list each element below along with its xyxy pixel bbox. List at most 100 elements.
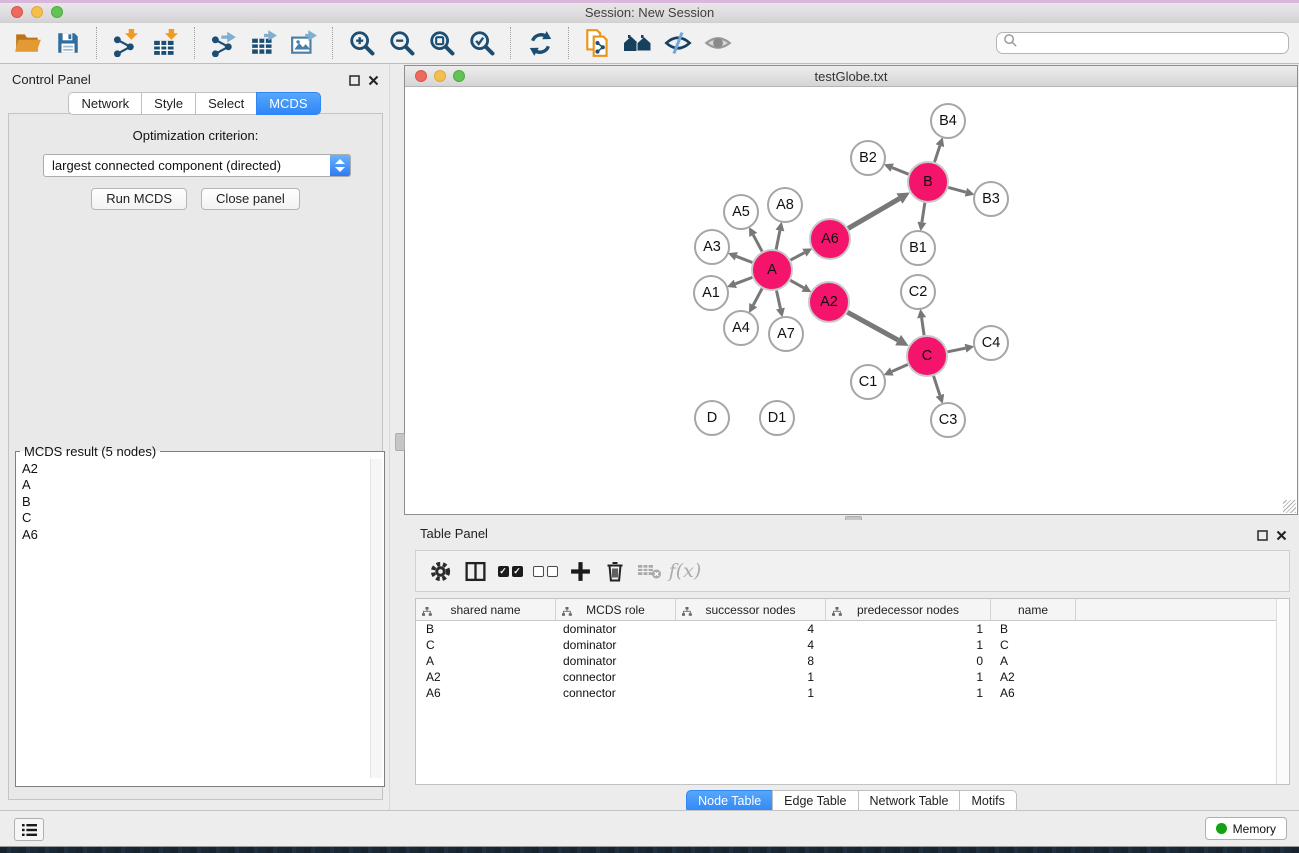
column-header-predecessor-nodes[interactable]: predecessor nodes xyxy=(826,599,991,620)
graph-node-C[interactable]: C xyxy=(907,336,947,376)
refresh-view-icon[interactable] xyxy=(525,27,555,59)
function-builder-icon[interactable]: f(x) xyxy=(671,556,699,586)
select-all-icon[interactable]: ✓✓ xyxy=(496,556,524,586)
graph-node-B1[interactable]: B1 xyxy=(901,231,935,265)
graph-node-C3[interactable]: C3 xyxy=(931,403,965,437)
graph-node-D1[interactable]: D1 xyxy=(760,401,794,435)
graph-edge-A-A7[interactable] xyxy=(776,291,780,309)
search-icon xyxy=(1003,33,1018,53)
column-header-mcds-role[interactable]: MCDS role xyxy=(556,599,676,620)
graph-edge-B-B2[interactable] xyxy=(892,168,908,175)
graph-edge-C-C4[interactable] xyxy=(948,348,966,352)
table-row[interactable]: A6 connector 1 1 A6 xyxy=(416,685,1289,701)
export-network-icon[interactable] xyxy=(209,27,239,59)
graph-edge-B-B1[interactable] xyxy=(922,203,925,223)
column-header-shared-name[interactable]: shared name xyxy=(416,599,556,620)
table-row[interactable]: A2 connector 1 1 A2 xyxy=(416,669,1289,685)
graph-node-D[interactable]: D xyxy=(695,401,729,435)
graph-node-A7[interactable]: A7 xyxy=(769,317,803,351)
graph-edge-B-B3[interactable] xyxy=(948,187,966,192)
close-table-panel-icon[interactable] xyxy=(1276,528,1287,546)
graph-node-A[interactable]: A xyxy=(752,250,792,290)
export-table-icon[interactable] xyxy=(249,27,279,59)
import-network-icon[interactable] xyxy=(111,27,141,59)
tab-style[interactable]: Style xyxy=(141,92,196,115)
toolbar-separator xyxy=(510,27,512,59)
save-session-icon[interactable] xyxy=(53,27,83,59)
search-input[interactable] xyxy=(996,32,1289,54)
graph-node-C1[interactable]: C1 xyxy=(851,365,885,399)
graph-edge-A-A8[interactable] xyxy=(776,230,780,249)
graph-node-A4[interactable]: A4 xyxy=(724,311,758,345)
result-item: A xyxy=(22,477,384,493)
run-mcds-button[interactable]: Run MCDS xyxy=(91,188,187,210)
memory-button[interactable]: Memory xyxy=(1205,817,1287,840)
close-panel-icon[interactable] xyxy=(368,73,379,91)
tab-network[interactable]: Network xyxy=(68,92,142,115)
window-resize-grip[interactable] xyxy=(1283,500,1296,513)
graph-node-B2[interactable]: B2 xyxy=(851,141,885,175)
import-table-icon[interactable] xyxy=(151,27,181,59)
result-scrollbar[interactable] xyxy=(370,459,382,778)
graph-node-B4[interactable]: B4 xyxy=(931,104,965,138)
svg-text:C3: C3 xyxy=(939,412,958,428)
tab-select[interactable]: Select xyxy=(195,92,257,115)
toolbar-separator xyxy=(96,27,98,59)
delete-columns-icon[interactable] xyxy=(601,556,629,586)
graph-node-A8[interactable]: A8 xyxy=(768,188,802,222)
show-column-icon[interactable] xyxy=(461,556,489,586)
graph-edge-A6-B[interactable] xyxy=(848,199,899,229)
graph-node-B[interactable]: B xyxy=(908,162,948,202)
result-item: A2 xyxy=(22,461,384,477)
float-panel-icon[interactable] xyxy=(349,73,360,91)
graph-edge-A-A3[interactable] xyxy=(736,256,752,262)
graph-node-A5[interactable]: A5 xyxy=(724,195,758,229)
reset-view-icon[interactable] xyxy=(623,27,653,59)
graph-edge-B-B4[interactable] xyxy=(935,146,940,162)
graph-edge-C-C1[interactable] xyxy=(892,364,908,371)
close-panel-button[interactable]: Close panel xyxy=(201,188,300,210)
open-session-icon[interactable] xyxy=(13,27,43,59)
graph-edge-A-A4[interactable] xyxy=(753,289,762,306)
graph-node-C2[interactable]: C2 xyxy=(901,275,935,309)
graph-edge-A-A1[interactable] xyxy=(735,277,752,283)
create-network-from-selection-icon[interactable] xyxy=(583,27,613,59)
svg-text:D: D xyxy=(707,410,717,426)
graph-node-B3[interactable]: B3 xyxy=(974,182,1008,216)
graph-edge-A-A2[interactable] xyxy=(790,280,803,288)
vertical-splitter-handle[interactable] xyxy=(395,433,405,451)
graph-edge-C-C2[interactable] xyxy=(922,318,924,335)
graph-edge-A-A6[interactable] xyxy=(791,253,805,260)
graph-edge-C-C3[interactable] xyxy=(934,376,940,395)
zoom-in-icon[interactable] xyxy=(347,27,377,59)
zoom-out-icon[interactable] xyxy=(387,27,417,59)
network-canvas[interactable]: B4 B2 B B3 A5 A8A6 A3 B1 A A1 C2 A2 A4 A7 C4 C C1 D D1 C3 xyxy=(406,87,1296,513)
graph-node-A1[interactable]: A1 xyxy=(694,276,728,310)
tab-mcds[interactable]: MCDS xyxy=(256,92,320,115)
export-image-icon[interactable] xyxy=(289,27,319,59)
float-table-panel-icon[interactable] xyxy=(1257,528,1268,546)
graph-edge-A-A5[interactable] xyxy=(753,235,762,252)
criterion-dropdown[interactable]: largest connected component (directed) xyxy=(43,154,351,177)
graph-node-A3[interactable]: A3 xyxy=(695,230,729,264)
table-scrollbar[interactable] xyxy=(1276,599,1289,784)
graph-node-A6[interactable]: A6 xyxy=(810,219,850,259)
graph-node-C4[interactable]: C4 xyxy=(974,326,1008,360)
hide-graphics-details-icon[interactable] xyxy=(703,27,733,59)
column-header-name[interactable]: name xyxy=(991,599,1076,620)
table-row[interactable]: B dominator 4 1 B xyxy=(416,621,1289,637)
task-history-button[interactable] xyxy=(14,818,44,841)
zoom-selected-icon[interactable] xyxy=(467,27,497,59)
zoom-fit-icon[interactable] xyxy=(427,27,457,59)
table-row[interactable]: C dominator 4 1 C xyxy=(416,637,1289,653)
deselect-all-icon[interactable] xyxy=(531,556,559,586)
svg-text:B1: B1 xyxy=(909,240,927,256)
new-column-icon[interactable] xyxy=(566,556,594,586)
show-graphics-details-icon[interactable] xyxy=(663,27,693,59)
table-row[interactable]: A dominator 8 0 A xyxy=(416,653,1289,669)
delete-table-icon[interactable] xyxy=(636,556,664,586)
table-mode-gear-icon[interactable] xyxy=(426,556,454,586)
graph-node-A2[interactable]: A2 xyxy=(809,282,849,322)
column-header-successor-nodes[interactable]: successor nodes xyxy=(676,599,826,620)
graph-edge-A2-C[interactable] xyxy=(847,312,898,340)
